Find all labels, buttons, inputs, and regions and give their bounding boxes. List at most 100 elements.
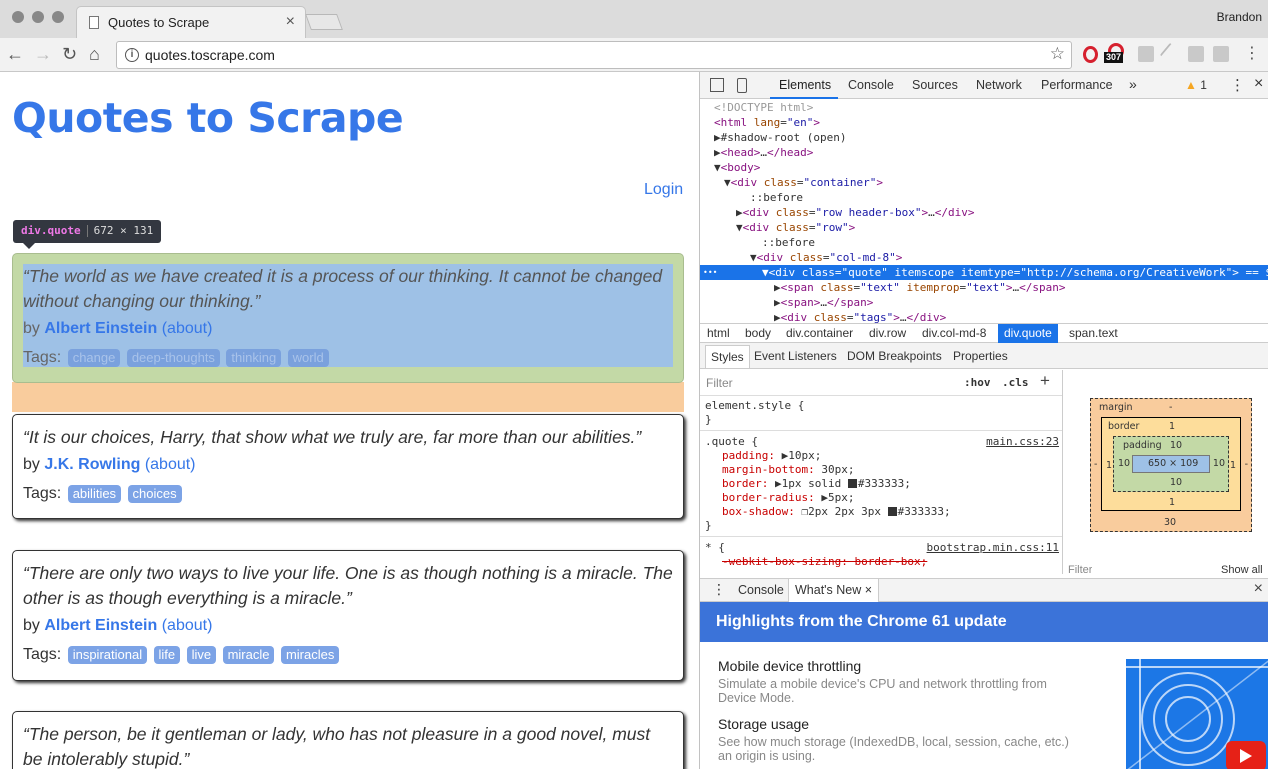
dom-node[interactable]: ::before bbox=[700, 235, 1268, 250]
tag-link[interactable]: life bbox=[153, 646, 181, 664]
dom-node[interactable]: <html lang="en"> bbox=[700, 115, 1268, 130]
warning-count[interactable]: ▲ 1 bbox=[1185, 78, 1207, 92]
tag-link[interactable]: world bbox=[287, 349, 329, 367]
back-icon[interactable]: ← bbox=[6, 43, 24, 65]
box-model-padding[interactable]: padding 10 10 10 10 650 × 109 bbox=[1113, 436, 1229, 492]
dom-node[interactable]: ▶<div class="row header-box">…</div> bbox=[700, 205, 1268, 220]
dom-node[interactable]: ▼<div class="container"> bbox=[700, 175, 1268, 190]
about-link[interactable]: (about) bbox=[162, 320, 213, 337]
drawer-tab-console[interactable]: Console bbox=[738, 583, 784, 597]
dom-node[interactable]: ::before bbox=[700, 190, 1268, 205]
drawer-tab-whats-new[interactable]: What's New × bbox=[788, 579, 880, 603]
tab-close-icon[interactable]: × bbox=[286, 13, 295, 31]
drawer-menu-icon[interactable]: ⋮ bbox=[712, 581, 726, 598]
breadcrumb-item[interactable]: div.col-md-8 bbox=[922, 326, 986, 340]
breadcrumb-item-active[interactable]: div.quote bbox=[998, 324, 1058, 344]
breadcrumb-item[interactable]: div.row bbox=[869, 326, 906, 340]
tag-link[interactable]: choices bbox=[127, 485, 182, 503]
close-window-button[interactable] bbox=[12, 11, 24, 23]
url-text[interactable]: quotes.toscrape.com bbox=[145, 47, 275, 63]
minimize-window-button[interactable] bbox=[32, 11, 44, 23]
site-info-icon[interactable]: i bbox=[125, 48, 139, 62]
rule-selector[interactable]: element.style { bbox=[705, 399, 804, 413]
dom-node[interactable]: ▶<span>…</span> bbox=[700, 295, 1268, 310]
drawer-tab-close-icon[interactable]: × bbox=[865, 583, 872, 597]
tag-link[interactable]: abilities bbox=[67, 485, 122, 503]
box-model-margin[interactable]: margin - - - 30 border 1 1 1 1 padding 1… bbox=[1090, 398, 1252, 532]
tab-event-listeners[interactable]: Event Listeners bbox=[754, 349, 837, 363]
site-title[interactable]: Quotes to Scrape bbox=[12, 94, 404, 142]
reload-icon[interactable]: ↻ bbox=[62, 43, 77, 65]
css-property[interactable]: box-shadow: ❐2px 2px 3px #333333; bbox=[722, 505, 951, 519]
new-rule-icon[interactable]: + bbox=[1040, 371, 1050, 391]
tag-link[interactable]: inspirational bbox=[67, 646, 148, 664]
youtube-play-icon[interactable] bbox=[1226, 741, 1266, 769]
styles-filter-input[interactable]: Filter bbox=[706, 376, 733, 390]
tab-styles[interactable]: Styles bbox=[705, 345, 750, 368]
tab-dom-breakpoints[interactable]: DOM Breakpoints bbox=[847, 349, 942, 363]
class-toggle[interactable]: .cls bbox=[1002, 376, 1029, 389]
more-tabs-icon[interactable]: » bbox=[1129, 76, 1137, 92]
tab-properties[interactable]: Properties bbox=[953, 349, 1008, 363]
about-link[interactable]: (about) bbox=[162, 617, 213, 634]
devtools-menu-icon[interactable]: ⋮ bbox=[1230, 76, 1245, 94]
forward-icon[interactable]: → bbox=[34, 43, 52, 65]
devtools-close-icon[interactable]: × bbox=[1254, 75, 1263, 93]
dom-node-selected[interactable]: ••• ▼<div class="quote" itemscope itemtyp… bbox=[700, 265, 1268, 280]
tag-link[interactable]: deep-thoughts bbox=[126, 349, 220, 367]
tag-link[interactable]: live bbox=[186, 646, 217, 664]
breadcrumb-item[interactable]: html bbox=[707, 326, 730, 340]
dom-node[interactable]: ▶#shadow-root (open) bbox=[700, 130, 1268, 145]
hover-state-toggle[interactable]: :hov bbox=[964, 376, 991, 389]
rule-source-link[interactable]: main.css:23 bbox=[986, 435, 1059, 449]
device-toolbar-icon[interactable] bbox=[737, 78, 747, 93]
extension-icon[interactable] bbox=[1213, 46, 1229, 62]
tag-link[interactable]: thinking bbox=[226, 349, 282, 367]
drawer-close-icon[interactable]: × bbox=[1254, 580, 1263, 598]
tab-performance[interactable]: Performance bbox=[1041, 78, 1113, 92]
tag-link[interactable]: miracle bbox=[222, 646, 275, 664]
about-link[interactable]: (about) bbox=[145, 456, 196, 473]
breadcrumb-item[interactable]: span.text bbox=[1069, 326, 1118, 340]
promo-video-thumbnail[interactable] bbox=[1126, 659, 1268, 769]
css-property[interactable]: border-radius: ▶5px; bbox=[722, 491, 854, 505]
profile-name[interactable]: Brandon bbox=[1217, 10, 1262, 24]
browser-menu-icon[interactable]: ⋮ bbox=[1244, 44, 1260, 64]
extension-icon[interactable] bbox=[1138, 46, 1154, 62]
extension-icon[interactable] bbox=[1159, 42, 1183, 66]
extension-icon[interactable] bbox=[1188, 46, 1204, 62]
browser-tab[interactable]: Quotes to Scrape × bbox=[76, 6, 306, 38]
address-bar[interactable]: i quotes.toscrape.com ☆ bbox=[116, 41, 1072, 69]
dom-node[interactable]: ▼<div class="row"> bbox=[700, 220, 1268, 235]
new-tab-button[interactable] bbox=[305, 14, 343, 30]
computed-filter-input[interactable]: Filter bbox=[1068, 564, 1092, 574]
dom-node[interactable]: ▶<span class="text" itemprop="text">…</s… bbox=[700, 280, 1268, 295]
home-icon[interactable]: ⌂ bbox=[89, 43, 100, 65]
rule-selector[interactable]: * { bbox=[705, 541, 725, 555]
css-property[interactable]: margin-bottom: 30px; bbox=[722, 463, 854, 477]
tab-console[interactable]: Console bbox=[848, 78, 894, 92]
dom-node[interactable]: ▼<div class="col-md-8"> bbox=[700, 250, 1268, 265]
tab-sources[interactable]: Sources bbox=[912, 78, 958, 92]
css-property[interactable]: border: ▶1px solid #333333; bbox=[722, 477, 911, 491]
box-model-content[interactable]: 650 × 109 bbox=[1132, 455, 1210, 473]
tab-network[interactable]: Network bbox=[976, 78, 1022, 92]
css-property[interactable]: padding: ▶10px; bbox=[722, 449, 821, 463]
dom-node[interactable]: <!DOCTYPE html> bbox=[700, 100, 1268, 115]
tab-elements[interactable]: Elements bbox=[779, 78, 831, 92]
opera-extension-icon[interactable] bbox=[1083, 46, 1098, 63]
css-property-overridden[interactable]: -webkit-box-sizing: border-box; bbox=[722, 555, 927, 569]
dom-node[interactable]: ▶<head>…</head> bbox=[700, 145, 1268, 160]
bookmark-star-icon[interactable]: ☆ bbox=[1050, 44, 1065, 64]
show-all-checkbox[interactable]: Show all bbox=[1221, 564, 1263, 574]
dom-node[interactable]: ▼<body> bbox=[700, 160, 1268, 175]
rule-selector[interactable]: .quote { bbox=[705, 435, 758, 449]
rule-source-link[interactable]: bootstrap.min.css:11 bbox=[927, 541, 1059, 555]
breadcrumb-item[interactable]: div.container bbox=[786, 326, 853, 340]
maximize-window-button[interactable] bbox=[52, 11, 64, 23]
login-link[interactable]: Login bbox=[644, 181, 683, 199]
breadcrumb-item[interactable]: body bbox=[745, 326, 771, 340]
inspect-element-icon[interactable] bbox=[710, 78, 724, 92]
tag-link[interactable]: change bbox=[67, 349, 121, 367]
tag-link[interactable]: miracles bbox=[280, 646, 340, 664]
